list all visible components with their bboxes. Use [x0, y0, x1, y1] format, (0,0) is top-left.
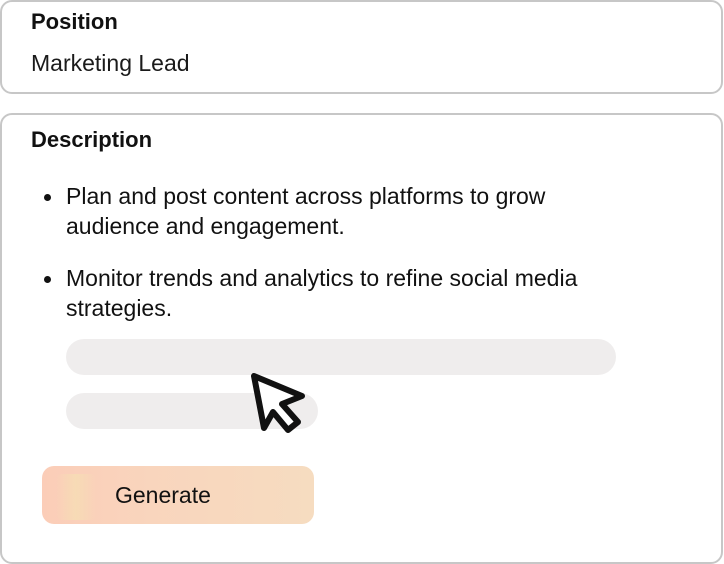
description-bullet-list: Plan and post content across platforms t… [42, 181, 642, 345]
loading-placeholder-line [66, 339, 616, 375]
position-label: Position [31, 9, 118, 34]
position-value[interactable]: Marketing Lead [31, 49, 190, 77]
generate-button[interactable]: Generate [42, 466, 314, 524]
description-bullet: Monitor trends and analytics to refine s… [42, 263, 642, 323]
description-bullet-text: Monitor trends and analytics to refine s… [66, 265, 578, 321]
description-bullet-text: Plan and post content across platforms t… [66, 183, 546, 239]
bullet-dot-icon [44, 194, 51, 201]
button-shimmer [56, 474, 96, 520]
description-field[interactable]: Description Plan and post content across… [0, 113, 723, 564]
description-bullet: Plan and post content across platforms t… [42, 181, 642, 241]
generate-button-label: Generate [115, 482, 211, 508]
description-label: Description [31, 127, 153, 152]
mouse-pointer-icon [251, 373, 305, 433]
bullet-dot-icon [44, 276, 51, 283]
position-field[interactable]: Position Marketing Lead [0, 0, 723, 94]
